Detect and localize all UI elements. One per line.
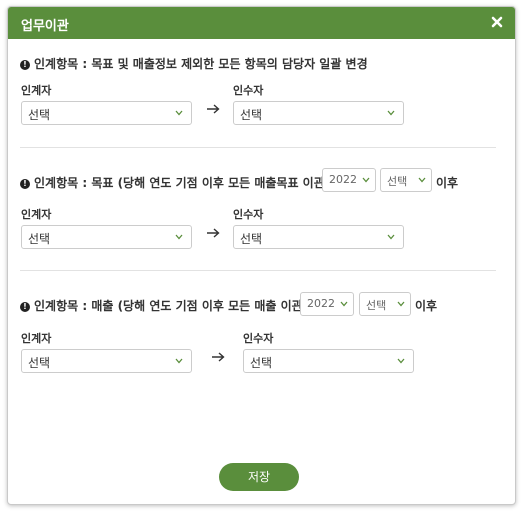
handover-select[interactable]: 선택 [21, 225, 192, 249]
receiver-select[interactable]: 선택 [243, 349, 414, 373]
receiver-select[interactable]: 선택 [233, 101, 404, 125]
save-button[interactable]: 저장 [219, 463, 299, 491]
select-value: 선택 [240, 108, 263, 122]
receiver-label: 인수자 [233, 84, 264, 97]
dialog-header: 업무이관 [8, 7, 515, 39]
select-value: 2022 [307, 297, 335, 310]
arrow-right-icon [212, 352, 225, 362]
select-value: 선택 [250, 356, 273, 370]
after-label: 이후 [436, 176, 459, 190]
handover-label: 인계자 [21, 208, 52, 221]
chevron-down-icon [362, 177, 370, 183]
chevron-down-icon [175, 234, 183, 240]
select-value: 선택 [28, 356, 51, 370]
target-month-select[interactable]: 선택 [380, 168, 432, 192]
chevron-down-icon [397, 358, 405, 364]
target-year-select[interactable]: 2022 [322, 168, 376, 192]
select-value: 선택 [387, 175, 408, 188]
receiver-label: 인수자 [243, 332, 274, 345]
chevron-down-icon [175, 358, 183, 364]
select-value: 선택 [28, 232, 51, 246]
handover-select[interactable]: 선택 [21, 349, 192, 373]
chevron-down-icon [387, 110, 395, 116]
chevron-down-icon [418, 177, 426, 183]
section-3-title-text: 인계항목 : 매출 (당해 연도 기점 이후 모든 매출 이관) [34, 299, 309, 313]
section-1-title: ! 인계항목 : 목표 및 매출정보 제외한 모든 항목의 담당자 일괄 변경 [20, 55, 368, 72]
divider [20, 147, 496, 148]
chevron-down-icon [387, 234, 395, 240]
chevron-down-icon [175, 110, 183, 116]
section-2-title-text: 인계항목 : 목표 (당해 연도 기점 이후 모든 매출목표 이관) [34, 176, 331, 190]
chevron-down-icon [340, 301, 348, 307]
handover-label: 인계자 [21, 332, 52, 345]
info-icon: ! [20, 179, 30, 189]
section-1-title-text: 인계항목 : 목표 및 매출정보 제외한 모든 항목의 담당자 일괄 변경 [34, 57, 368, 71]
section-3-title: ! 인계항목 : 매출 (당해 연도 기점 이후 모든 매출 이관) [20, 297, 308, 314]
transfer-dialog: 업무이관 ! 인계항목 : 목표 및 매출정보 제외한 모든 항목의 담당자 일괄… [7, 6, 516, 505]
divider [20, 270, 496, 271]
handover-select[interactable]: 선택 [21, 101, 192, 125]
info-icon: ! [20, 60, 30, 70]
chevron-down-icon [397, 301, 405, 307]
section-2-title: ! 인계항목 : 목표 (당해 연도 기점 이후 모든 매출목표 이관) [20, 174, 330, 191]
after-label: 이후 [415, 299, 438, 313]
dialog-title: 업무이관 [21, 19, 69, 34]
receiver-label: 인수자 [233, 208, 264, 221]
select-value: 선택 [366, 299, 387, 312]
handover-label: 인계자 [21, 84, 52, 97]
select-value: 선택 [240, 232, 263, 246]
arrow-right-icon [207, 104, 220, 114]
select-value: 2022 [329, 173, 357, 186]
info-icon: ! [20, 302, 30, 312]
close-icon[interactable] [489, 13, 505, 31]
select-value: 선택 [28, 108, 51, 122]
sales-month-select[interactable]: 선택 [359, 292, 411, 316]
receiver-select[interactable]: 선택 [233, 225, 404, 249]
sales-year-select[interactable]: 2022 [300, 292, 354, 316]
arrow-right-icon [207, 228, 220, 238]
